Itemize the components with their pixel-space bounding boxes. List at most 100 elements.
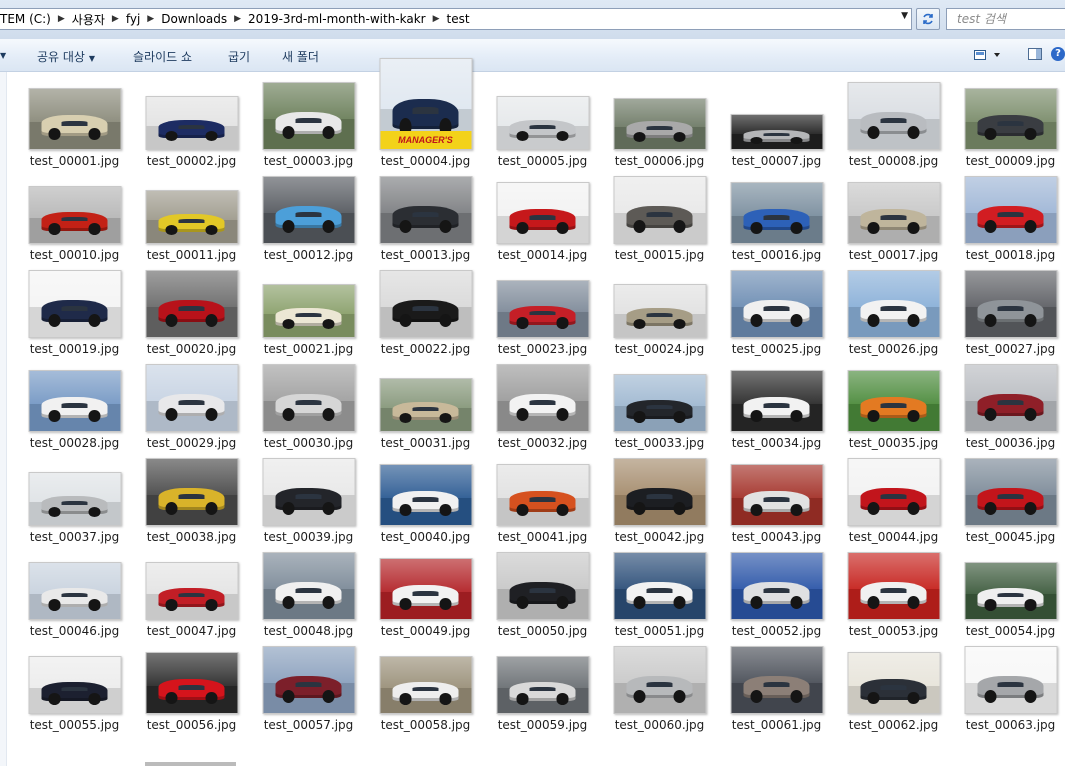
file-thumbnail-image (262, 552, 355, 620)
share-with-button[interactable]: 공유 대상 ▼ (37, 48, 95, 65)
breadcrumb-item-users[interactable]: 사용자 (65, 11, 112, 28)
file-tile[interactable]: test_00040.jpg (367, 452, 484, 546)
breadcrumb-separator-icon[interactable]: ▶ (433, 14, 440, 24)
file-tile[interactable]: test_00054.jpg (952, 546, 1065, 640)
file-tile[interactable]: test_00037.jpg (16, 452, 133, 546)
file-name: test_00059.jpg (497, 718, 588, 732)
refresh-button[interactable] (916, 8, 940, 30)
file-tile[interactable]: test_00036.jpg (952, 358, 1065, 452)
file-tile[interactable]: test_00002.jpg (133, 76, 250, 170)
breadcrumb[interactable]: TEM (C:) ▶ 사용자 ▶ fyj ▶ Downloads ▶ 2019-… (0, 8, 912, 30)
file-tile[interactable]: test_00011.jpg (133, 170, 250, 264)
slideshow-button[interactable]: 슬라이드 쇼 (133, 48, 192, 65)
organize-dropdown-icon[interactable]: ▼ (0, 51, 6, 60)
file-tile[interactable]: test_00032.jpg (484, 358, 601, 452)
search-input[interactable]: test 검색 (946, 8, 1065, 30)
file-tile[interactable]: test_00047.jpg (133, 546, 250, 640)
file-tile[interactable]: test_00023.jpg (484, 264, 601, 358)
breadcrumb-separator-icon[interactable]: ▶ (234, 14, 241, 24)
file-name: test_00048.jpg (263, 624, 354, 638)
file-tile[interactable]: test_00017.jpg (835, 170, 952, 264)
file-tile[interactable]: test_00050.jpg (484, 546, 601, 640)
breadcrumb-item-drive[interactable]: TEM (C:) (0, 12, 58, 26)
file-tile[interactable]: test_00021.jpg (250, 264, 367, 358)
file-tile[interactable]: test_00059.jpg (484, 640, 601, 734)
file-tile[interactable]: test_00010.jpg (16, 170, 133, 264)
file-tile[interactable]: test_00041.jpg (484, 452, 601, 546)
file-tile[interactable]: test_00015.jpg (601, 170, 718, 264)
file-tile[interactable]: test_00038.jpg (133, 452, 250, 546)
file-name: test_00035.jpg (848, 436, 939, 450)
file-tile[interactable]: test_00007.jpg (718, 76, 835, 170)
file-thumbnail-image (964, 270, 1057, 338)
file-tile[interactable]: test_00031.jpg (367, 358, 484, 452)
file-tile[interactable]: test_00048.jpg (250, 546, 367, 640)
file-tile[interactable]: test_00005.jpg (484, 76, 601, 170)
file-tile[interactable]: test_00019.jpg (16, 264, 133, 358)
breadcrumb-item-user[interactable]: fyj (119, 12, 147, 26)
file-tile[interactable]: test_00045.jpg (952, 452, 1065, 546)
breadcrumb-item-test[interactable]: test (440, 12, 477, 26)
file-tile[interactable]: test_00025.jpg (718, 264, 835, 358)
help-icon[interactable]: ? (1051, 47, 1065, 61)
file-tile[interactable]: test_00056.jpg (133, 640, 250, 734)
file-thumbnail-image (496, 182, 589, 244)
file-tile[interactable]: test_00053.jpg (835, 546, 952, 640)
file-thumbnail-image (847, 652, 940, 714)
file-tile[interactable]: test_00028.jpg (16, 358, 133, 452)
file-tile[interactable]: test_00062.jpg (835, 640, 952, 734)
breadcrumb-item-project[interactable]: 2019-3rd-ml-month-with-kakr (241, 12, 433, 26)
file-tile[interactable]: test_00014.jpg (484, 170, 601, 264)
file-name: test_00056.jpg (146, 718, 237, 732)
file-tile[interactable]: test_00061.jpg (718, 640, 835, 734)
file-tile[interactable]: test_00055.jpg (16, 640, 133, 734)
file-tile[interactable]: test_00060.jpg (601, 640, 718, 734)
file-tile[interactable]: test_00042.jpg (601, 452, 718, 546)
file-tile[interactable]: test_00035.jpg (835, 358, 952, 452)
file-tile[interactable]: test_00046.jpg (16, 546, 133, 640)
file-tile[interactable]: test_00058.jpg (367, 640, 484, 734)
file-tile[interactable]: test_00001.jpg (16, 76, 133, 170)
file-tile[interactable]: test_00052.jpg (718, 546, 835, 640)
file-tile[interactable]: test_00006.jpg (601, 76, 718, 170)
file-tile[interactable]: test_00029.jpg (133, 358, 250, 452)
file-tile[interactable]: test_00026.jpg (835, 264, 952, 358)
breadcrumb-separator-icon[interactable]: ▶ (58, 14, 65, 24)
file-tile[interactable]: test_00018.jpg (952, 170, 1065, 264)
breadcrumb-separator-icon[interactable]: ▶ (147, 14, 154, 24)
navigation-pane-edge[interactable] (0, 72, 7, 766)
file-tile[interactable]: test_00008.jpg (835, 76, 952, 170)
breadcrumb-separator-icon[interactable]: ▶ (112, 14, 119, 24)
file-tile[interactable]: test_00030.jpg (250, 358, 367, 452)
preview-pane-icon[interactable] (1028, 48, 1042, 60)
file-tile[interactable]: test_00063.jpg (952, 640, 1065, 734)
file-name: test_00021.jpg (263, 342, 354, 356)
view-icon (974, 50, 1000, 60)
file-tile[interactable]: test_00020.jpg (133, 264, 250, 358)
file-tile[interactable]: test_00043.jpg (718, 452, 835, 546)
file-tile[interactable]: test_00034.jpg (718, 358, 835, 452)
file-tile[interactable]: test_00049.jpg (367, 546, 484, 640)
burn-button[interactable]: 굽기 (228, 48, 250, 65)
file-thumbnail-image (145, 364, 238, 432)
file-list-view[interactable]: test_00001.jpg test_00002.jpg test_00003.j… (0, 58, 1065, 766)
file-tile[interactable]: test_00033.jpg (601, 358, 718, 452)
file-tile[interactable]: test_00022.jpg (367, 264, 484, 358)
file-tile[interactable]: test_00013.jpg (367, 170, 484, 264)
new-folder-button[interactable]: 새 폴더 (282, 48, 319, 65)
file-tile[interactable]: test_00057.jpg (250, 640, 367, 734)
change-view-button[interactable] (974, 49, 1000, 64)
file-tile[interactable]: MANAGER'S SPECIAL! test_00004.jpg (367, 58, 484, 170)
file-tile[interactable]: test_00024.jpg (601, 264, 718, 358)
file-tile[interactable]: test_00039.jpg (250, 452, 367, 546)
file-tile[interactable]: test_00009.jpg (952, 76, 1065, 170)
address-history-dropdown-icon[interactable]: ▼ (901, 11, 908, 21)
breadcrumb-item-downloads[interactable]: Downloads (154, 12, 234, 26)
file-tile[interactable]: test_00051.jpg (601, 546, 718, 640)
file-tile[interactable]: test_00003.jpg (250, 76, 367, 170)
file-thumbnail-image (28, 186, 121, 244)
file-tile[interactable]: test_00044.jpg (835, 452, 952, 546)
file-tile[interactable]: test_00012.jpg (250, 170, 367, 264)
file-tile[interactable]: test_00016.jpg (718, 170, 835, 264)
file-tile[interactable]: test_00027.jpg (952, 264, 1065, 358)
